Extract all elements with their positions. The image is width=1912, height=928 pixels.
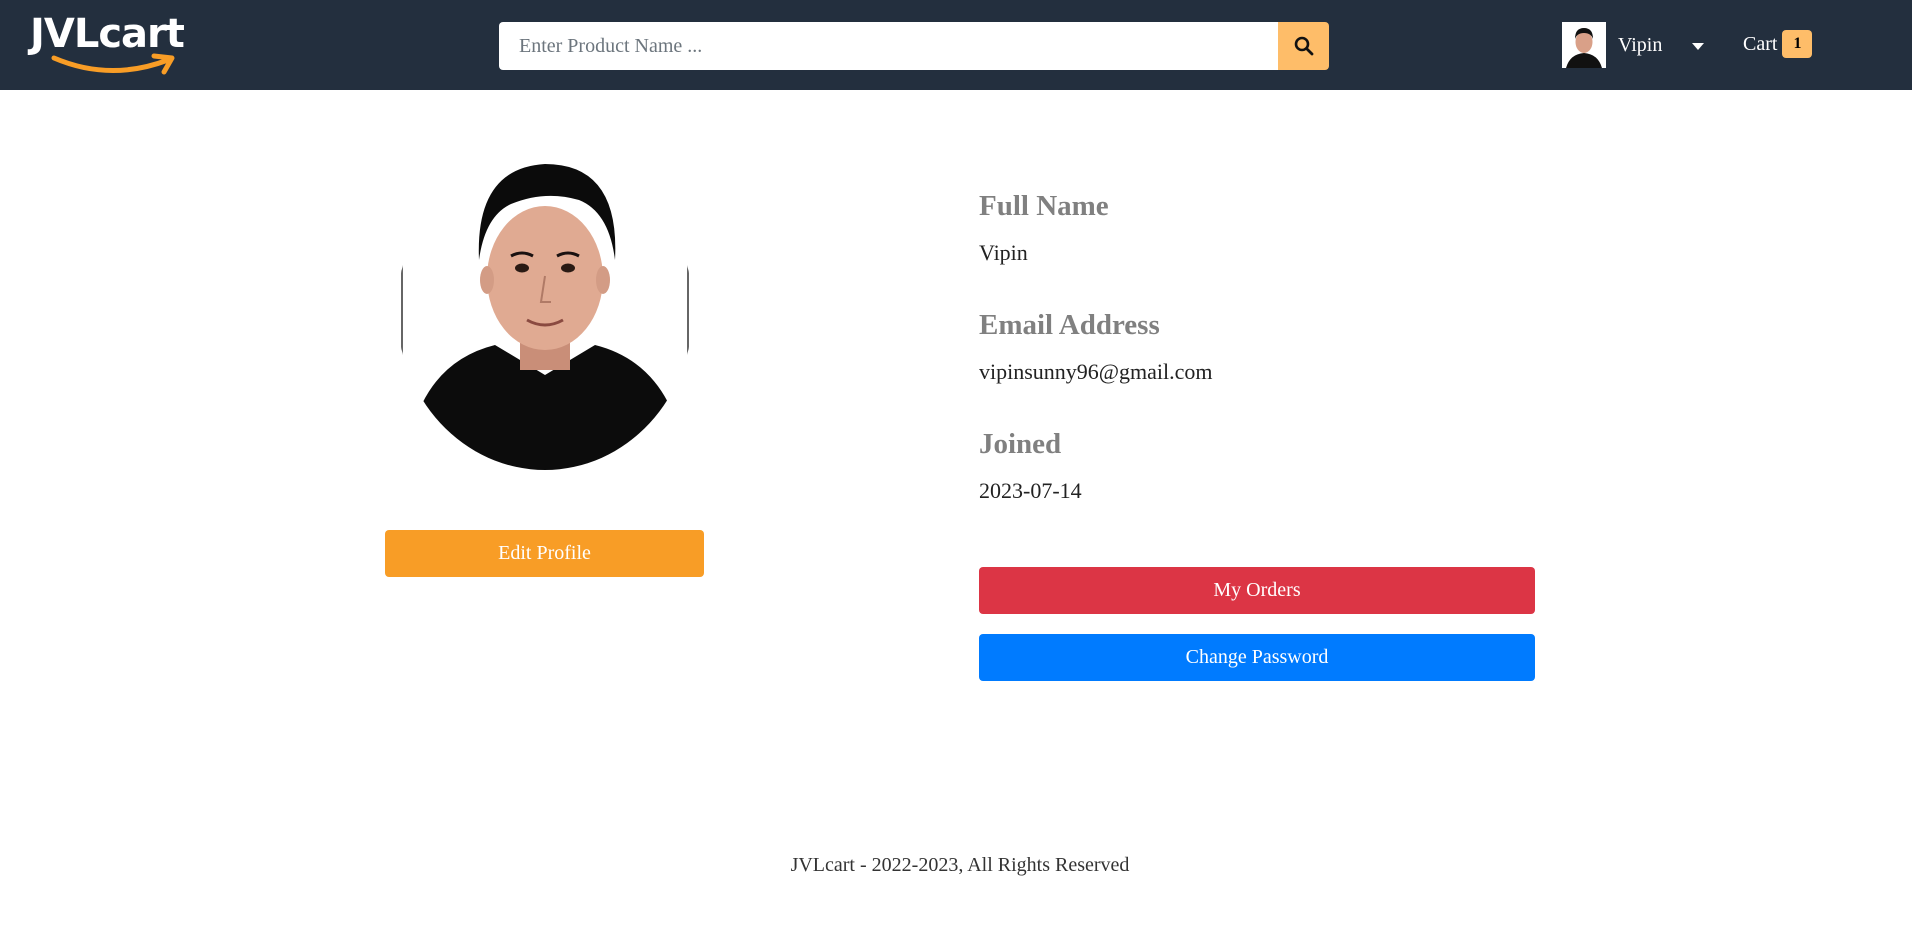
- change-password-button[interactable]: Change Password: [979, 634, 1535, 681]
- cart-label: Cart: [1743, 32, 1778, 55]
- brand-logo[interactable]: JVLcart: [28, 10, 203, 80]
- user-avatar[interactable]: [1562, 22, 1606, 68]
- full-name-value: Vipin: [979, 240, 1028, 265]
- cart-link[interactable]: Cart 1: [1743, 30, 1813, 58]
- edit-profile-button[interactable]: Edit Profile: [385, 530, 704, 577]
- smile-arrow-icon: [51, 53, 175, 75]
- navbar: JVLcart Vipin Cart 1: [0, 0, 1912, 90]
- user-name: Vipin: [1618, 33, 1663, 56]
- caret-down-icon[interactable]: [1692, 42, 1705, 50]
- profile-avatar: [397, 150, 693, 470]
- cart-count-badge: 1: [1782, 30, 1813, 58]
- user-menu[interactable]: Vipin: [1562, 22, 1705, 68]
- full-name-label: Full Name: [979, 190, 1109, 222]
- search-button[interactable]: [1278, 22, 1329, 70]
- joined-label: Joined: [979, 428, 1062, 460]
- joined-value: 2023-07-14: [979, 478, 1082, 503]
- email-label: Email Address: [979, 309, 1160, 341]
- footer-text: JVLcart - 2022-2023, All Rights Reserved: [790, 854, 1130, 876]
- search-bar: [499, 22, 1329, 70]
- email-value: vipinsunny96@gmail.com: [979, 359, 1213, 384]
- search-icon: [1294, 36, 1313, 56]
- my-orders-button[interactable]: My Orders: [979, 567, 1535, 614]
- search-input[interactable]: [499, 22, 1278, 70]
